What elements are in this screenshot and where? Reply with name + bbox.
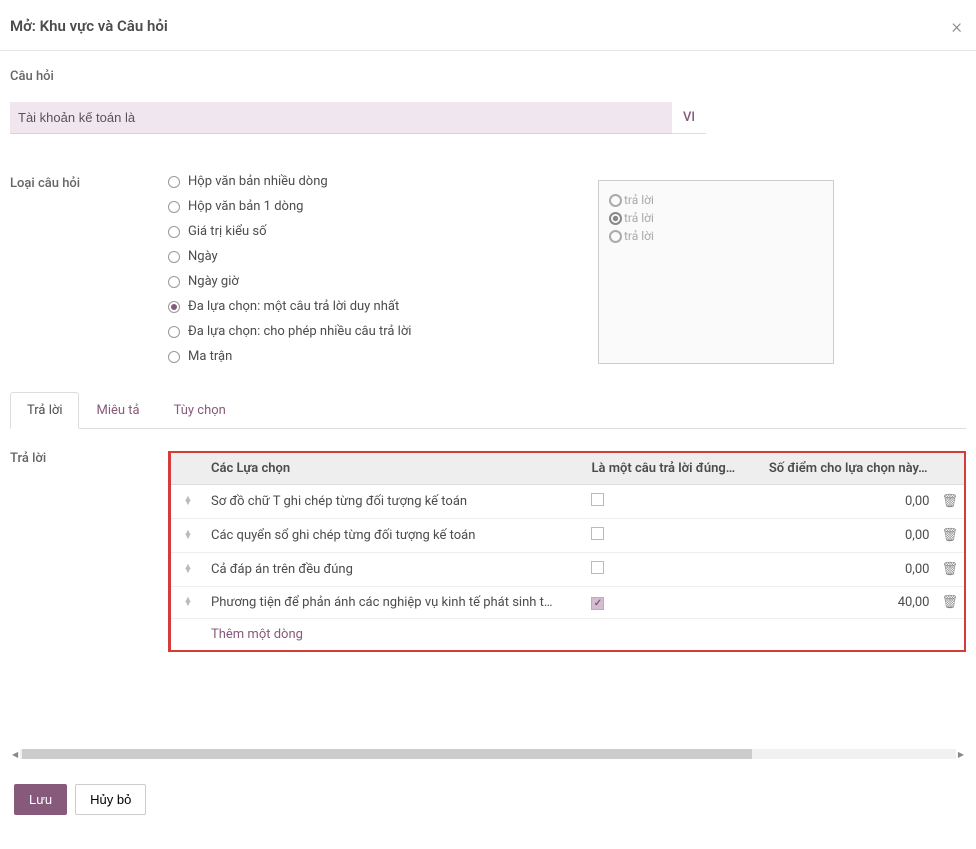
preview-option: trả lời	[609, 211, 823, 225]
radio-icon	[168, 251, 180, 263]
table-row[interactable]: Các quyển sổ ghi chép từng đối tượng kế …	[171, 519, 964, 553]
radio-icon	[168, 201, 180, 213]
cell-choice[interactable]: Phương tiện để phản ánh các nghiệp vụ ki…	[205, 587, 585, 619]
radio-label: Giá trị kiểu số	[188, 224, 267, 239]
radio-matrix[interactable]: Ma trận	[168, 349, 598, 364]
radio-icon	[168, 351, 180, 363]
checkbox-icon[interactable]	[591, 561, 604, 574]
trash-icon[interactable]: 🗑	[935, 587, 964, 619]
radio-multichoice-single[interactable]: Đa lựa chọn: một câu trả lời duy nhất	[168, 299, 598, 314]
radio-label: Ngày giờ	[188, 274, 239, 289]
chevron-left-icon[interactable]: ◀	[10, 750, 20, 759]
scrollbar-thumb[interactable]	[22, 749, 752, 759]
cell-correct[interactable]	[585, 553, 751, 587]
drag-handle-icon[interactable]	[171, 587, 205, 619]
radio-date[interactable]: Ngày	[168, 249, 598, 264]
language-badge[interactable]: VI	[672, 102, 706, 134]
cell-score[interactable]: 0,00	[751, 553, 935, 587]
add-row-label[interactable]: Thêm một dòng	[171, 619, 964, 651]
radio-numeric[interactable]: Giá trị kiểu số	[168, 224, 598, 239]
tab-content: Trả lời Các Lựa chọn Là một câu trả lời …	[10, 429, 966, 652]
drag-handle-icon[interactable]	[171, 519, 205, 553]
table-row[interactable]: Phương tiện để phản ánh các nghiệp vụ ki…	[171, 587, 964, 619]
radio-label: Ngày	[188, 249, 218, 264]
radio-icon	[168, 226, 180, 238]
radio-datetime[interactable]: Ngày giờ	[168, 274, 598, 289]
cell-correct[interactable]	[585, 519, 751, 553]
add-row[interactable]: Thêm một dòng	[171, 619, 964, 651]
radio-icon	[609, 212, 622, 225]
cancel-button[interactable]: Hủy bỏ	[75, 784, 146, 815]
chevron-right-icon[interactable]: ▶	[956, 750, 966, 759]
tab-answers[interactable]: Trả lời	[10, 392, 79, 429]
trash-icon[interactable]: 🗑	[935, 553, 964, 587]
preview-text: trả lời	[624, 229, 654, 243]
tabs: Trả lời Miêu tả Tùy chọn	[10, 392, 966, 429]
modal-body: Câu hỏi VI Loại câu hỏi Hộp văn bản nhiề…	[0, 51, 976, 770]
radio-icon	[168, 276, 180, 288]
col-correct[interactable]: Là một câu trả lời đúng…	[585, 453, 751, 485]
table-header-row: Các Lựa chọn Là một câu trả lời đúng… Số…	[171, 453, 964, 485]
cell-score[interactable]: 0,00	[751, 485, 935, 519]
answers-table-wrap: Các Lựa chọn Là một câu trả lời đúng… Số…	[168, 451, 966, 652]
radio-label: Đa lựa chọn: cho phép nhiều câu trả lời	[188, 324, 411, 339]
radio-label: Đa lựa chọn: một câu trả lời duy nhất	[188, 299, 399, 314]
cell-choice[interactable]: Sơ đồ chữ T ghi chép từng đối tượng kế t…	[205, 485, 585, 519]
horizontal-scrollbar[interactable]: ◀ ▶	[10, 748, 966, 760]
radio-icon	[168, 301, 180, 313]
table-row[interactable]: Cả đáp án trên đều đúng 0,00 🗑	[171, 553, 964, 587]
question-type-options: Hộp văn bản nhiều dòng Hộp văn bản 1 dòn…	[168, 174, 598, 364]
checkbox-icon[interactable]	[591, 597, 604, 610]
trash-icon[interactable]: 🗑	[935, 519, 964, 553]
col-handle	[171, 453, 205, 485]
preview-option: trả lời	[609, 193, 823, 207]
radio-icon	[168, 326, 180, 338]
radio-icon	[168, 176, 180, 188]
question-type-section: Loại câu hỏi Hộp văn bản nhiều dòng Hộp …	[10, 174, 966, 364]
radio-label: Hộp văn bản 1 dòng	[188, 199, 303, 214]
col-trash	[935, 453, 964, 485]
preview-text: trả lời	[624, 193, 654, 207]
cell-choice[interactable]: Các quyển sổ ghi chép từng đối tượng kế …	[205, 519, 585, 553]
cell-correct[interactable]	[585, 485, 751, 519]
drag-handle-icon[interactable]	[171, 485, 205, 519]
radio-icon	[609, 194, 622, 207]
cell-score[interactable]: 0,00	[751, 519, 935, 553]
radio-multichoice-multi[interactable]: Đa lựa chọn: cho phép nhiều câu trả lời	[168, 324, 598, 339]
cell-correct[interactable]	[585, 587, 751, 619]
preview-box: trả lời trả lời trả lời	[598, 180, 834, 364]
radio-label: Hộp văn bản nhiều dòng	[188, 174, 328, 189]
answers-table: Các Lựa chọn Là một câu trả lời đúng… Số…	[171, 453, 964, 650]
preview-option: trả lời	[609, 229, 823, 243]
radio-multiline-text[interactable]: Hộp văn bản nhiều dòng	[168, 174, 598, 189]
checkbox-icon[interactable]	[591, 527, 604, 540]
radio-label: Ma trận	[188, 349, 232, 364]
answers-label: Trả lời	[10, 451, 168, 652]
cell-choice[interactable]: Cả đáp án trên đều đúng	[205, 553, 585, 587]
question-label: Câu hỏi	[10, 69, 966, 84]
modal-header: Mở: Khu vực và Câu hỏi ×	[0, 0, 976, 51]
save-button[interactable]: Lưu	[14, 784, 67, 815]
table-row[interactable]: Sơ đồ chữ T ghi chép từng đối tượng kế t…	[171, 485, 964, 519]
modal-title: Mở: Khu vực và Câu hỏi	[10, 17, 168, 35]
tab-description[interactable]: Miêu tả	[79, 392, 156, 429]
modal-footer: Lưu Hủy bỏ	[0, 770, 976, 835]
question-input-wrap: VI	[10, 102, 706, 134]
question-type-label: Loại câu hỏi	[10, 174, 168, 364]
col-choice[interactable]: Các Lựa chọn	[205, 453, 585, 485]
col-score[interactable]: Số điểm cho lựa chọn này…	[751, 453, 935, 485]
scrollbar-track[interactable]	[20, 749, 956, 759]
checkbox-icon[interactable]	[591, 493, 604, 506]
close-icon[interactable]: ×	[952, 16, 962, 36]
drag-handle-icon[interactable]	[171, 553, 205, 587]
question-input[interactable]	[10, 102, 672, 134]
trash-icon[interactable]: 🗑	[935, 485, 964, 519]
preview-text: trả lời	[624, 211, 654, 225]
cell-score[interactable]: 40,00	[751, 587, 935, 619]
radio-icon	[609, 230, 622, 243]
tab-options[interactable]: Tùy chọn	[157, 392, 243, 429]
radio-singleline-text[interactable]: Hộp văn bản 1 dòng	[168, 199, 598, 214]
